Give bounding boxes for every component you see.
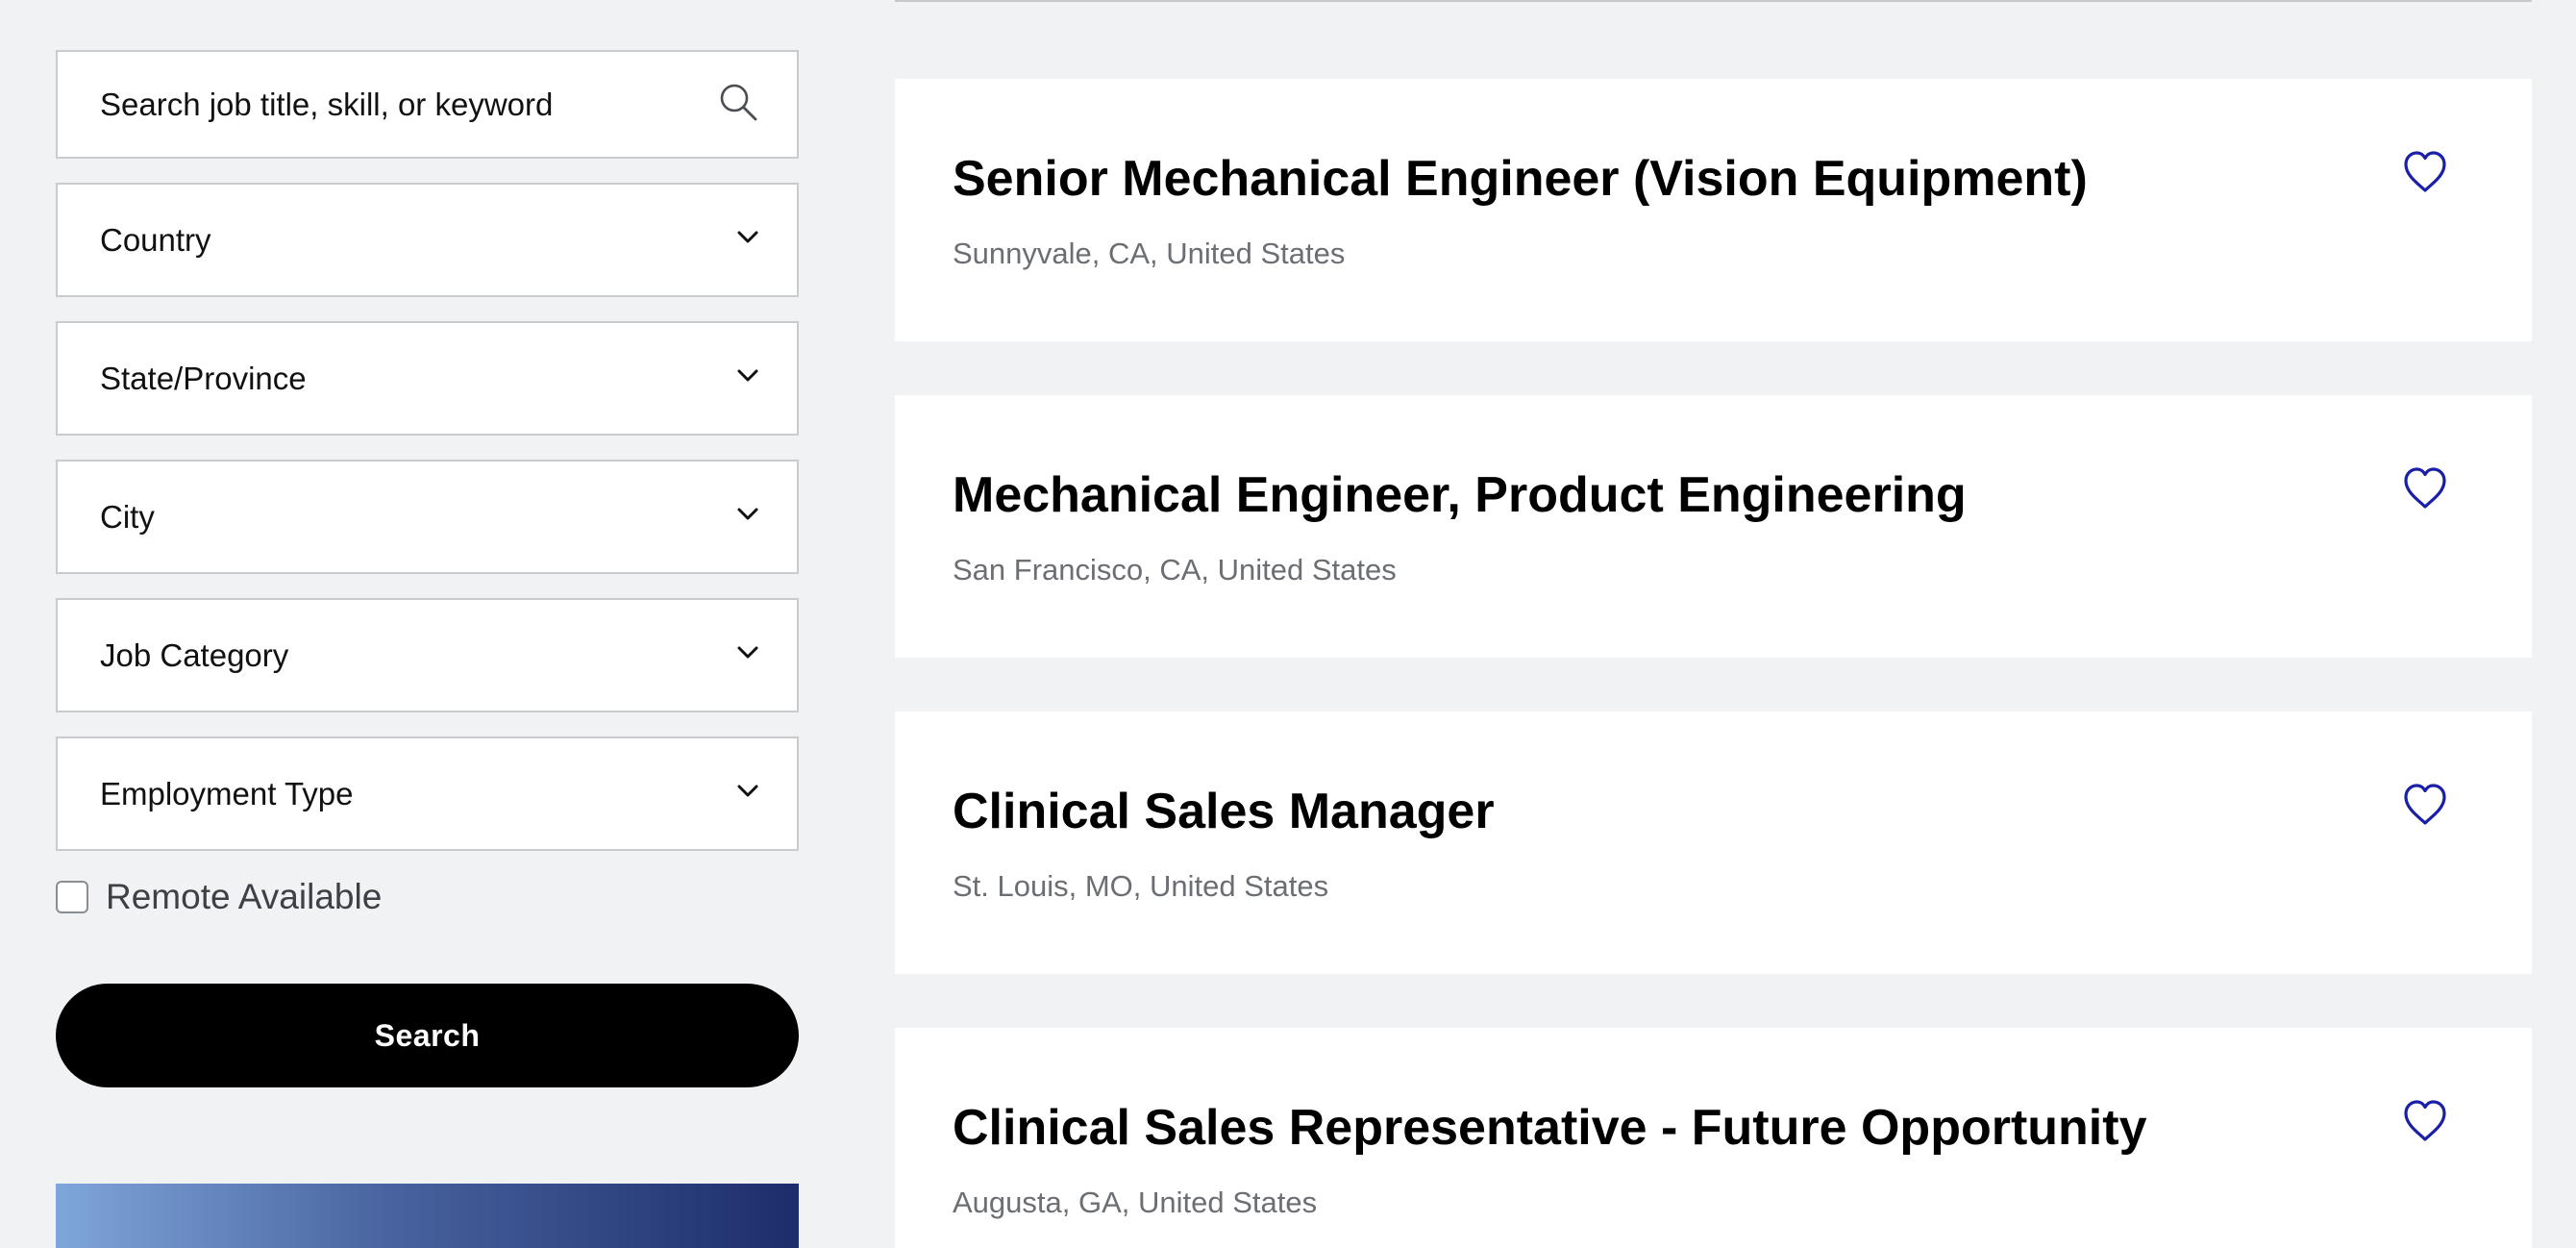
remote-available-option[interactable]: Remote Available — [56, 877, 382, 917]
search-icon[interactable] — [718, 82, 758, 127]
chevron-down-icon — [737, 646, 758, 664]
city-dropdown[interactable]: City — [56, 460, 799, 574]
job-category-dropdown[interactable]: Job Category — [56, 598, 799, 712]
results-top-divider — [895, 0, 2532, 2]
job-search-page: Country State/Province City Job Category — [0, 0, 2576, 1248]
job-location: Sunnyvale, CA, United States — [953, 237, 1346, 270]
keyword-search-field[interactable] — [56, 50, 799, 159]
heart-icon[interactable] — [2401, 464, 2449, 512]
job-category-dropdown-label: Job Category — [100, 636, 289, 673]
job-card[interactable]: Mechanical Engineer, Product Engineering… — [895, 395, 2532, 658]
remote-available-label: Remote Available — [106, 877, 383, 916]
heart-icon[interactable] — [2401, 1097, 2449, 1145]
state-province-dropdown-label: State/Province — [100, 360, 307, 396]
employment-type-dropdown[interactable]: Employment Type — [56, 736, 799, 851]
job-location: Augusta, GA, United States — [953, 1186, 1318, 1219]
job-card[interactable]: Clinical Sales Manager St. Louis, MO, Un… — [895, 711, 2532, 974]
job-title-link[interactable]: Senior Mechanical Engineer (Vision Equip… — [953, 150, 2088, 208]
job-title-link[interactable]: Mechanical Engineer, Product Engineering — [953, 466, 1967, 524]
chevron-down-icon — [737, 785, 758, 803]
job-title-link[interactable]: Clinical Sales Manager — [953, 783, 1495, 840]
job-title-link[interactable]: Clinical Sales Representative - Future O… — [953, 1099, 2147, 1157]
remote-available-checkbox[interactable] — [56, 881, 88, 913]
chevron-down-icon — [737, 508, 758, 526]
employment-type-dropdown-label: Employment Type — [100, 775, 354, 811]
country-dropdown[interactable]: Country — [56, 183, 799, 297]
country-dropdown-label: Country — [100, 221, 211, 258]
job-card[interactable]: Senior Mechanical Engineer (Vision Equip… — [895, 79, 2532, 341]
state-province-dropdown[interactable]: State/Province — [56, 321, 799, 436]
job-location: San Francisco, CA, United States — [953, 553, 1397, 587]
job-card[interactable]: Clinical Sales Representative - Future O… — [895, 1028, 2532, 1248]
heart-icon[interactable] — [2401, 781, 2449, 829]
heart-icon[interactable] — [2401, 148, 2449, 196]
search-button[interactable]: Search — [56, 984, 799, 1087]
city-dropdown-label: City — [100, 498, 155, 535]
keyword-search-input[interactable] — [100, 86, 677, 123]
promo-banner — [56, 1184, 799, 1248]
job-location: St. Louis, MO, United States — [953, 869, 1329, 903]
chevron-down-icon — [737, 231, 758, 249]
chevron-down-icon — [737, 369, 758, 387]
